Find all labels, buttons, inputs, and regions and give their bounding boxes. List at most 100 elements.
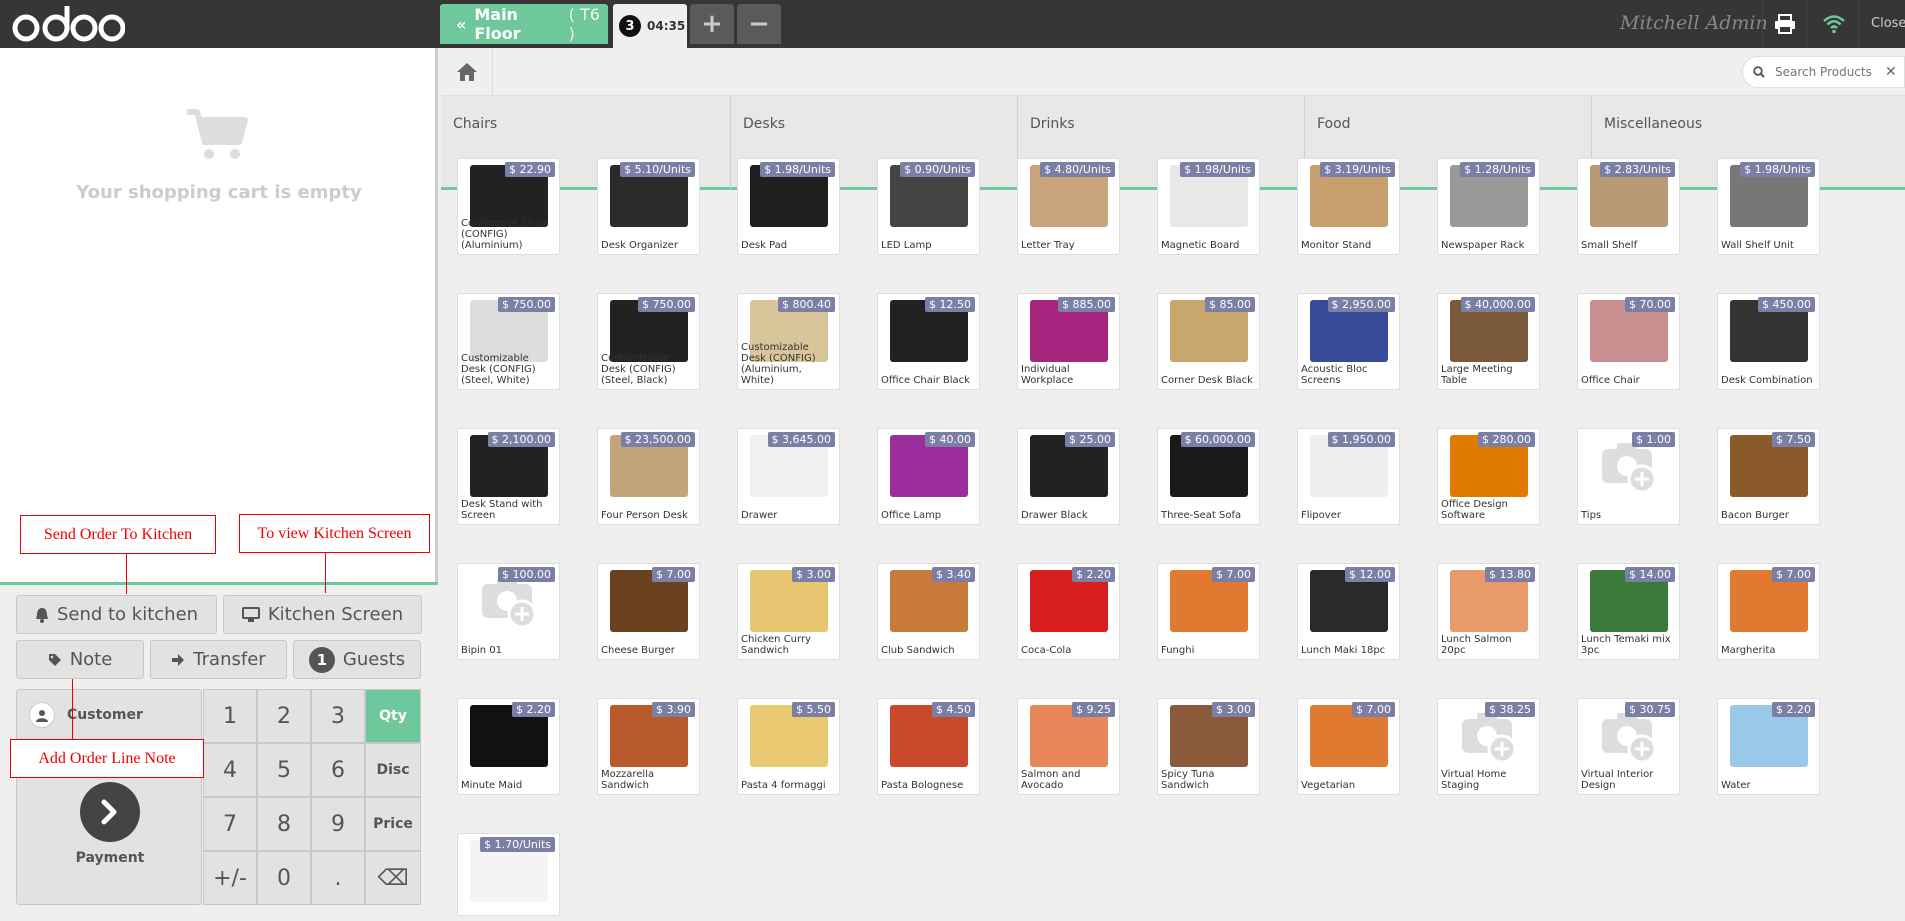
kitchen-screen-button[interactable]: Kitchen Screen [223,595,422,634]
product-card[interactable]: $ 5.50 Pasta 4 formaggi [737,698,840,795]
product-name: Cheese Burger [601,645,675,656]
numpad-key-dot[interactable]: . [311,851,365,905]
user-name[interactable]: Mitchell Admin [1620,12,1768,34]
product-card[interactable]: $ 280.00 Office Design Software [1437,428,1540,525]
product-card[interactable]: $ 30.75 Virtual Interior Design [1577,698,1680,795]
product-card[interactable]: $ 3,645.00 Drawer [737,428,840,525]
product-name: Spicy Tuna Sandwich [1161,769,1215,791]
product-card[interactable]: $ 7.00 Cheese Burger [597,563,700,660]
numpad-key-5[interactable]: 5 [257,743,311,797]
product-card[interactable]: $ 40.00 Office Lamp [877,428,980,525]
product-card[interactable]: $ 85.00 Corner Desk Black [1157,293,1260,390]
product-card[interactable]: $ 22.90 Conference Chair (CONFIG) (Alumin… [457,158,560,255]
product-card[interactable]: $ 100.00 Bipin 01 [457,563,560,660]
product-card[interactable]: $ 450.00 Desk Combination [1717,293,1820,390]
numpad-key-2[interactable]: 2 [257,689,311,743]
send-to-kitchen-button[interactable]: Send to kitchen [16,595,217,634]
product-card[interactable]: $ 2,100.00 Desk Stand with Screen [457,428,560,525]
product-card[interactable]: $ 2.20 Coca-Cola [1017,563,1120,660]
product-card[interactable]: $ 1.98/Units Wall Shelf Unit [1717,158,1820,255]
price-mode-button[interactable]: Price [365,797,421,851]
note-label: Note [69,649,113,670]
numpad-key-4[interactable]: 4 [203,743,257,797]
product-name: Desk Pad [741,240,788,251]
search-input[interactable] [1775,65,1875,79]
numpad-key-1[interactable]: 1 [203,689,257,743]
product-card[interactable]: $ 3.90 Mozzarella Sandwich [597,698,700,795]
add-order-button[interactable]: + [690,4,734,44]
product-card[interactable]: $ 38.25 Virtual Home Staging [1437,698,1540,795]
product-card[interactable]: $ 800.40 Customizable Desk (CONFIG) (Alum… [737,293,840,390]
numpad-key-9[interactable]: 9 [311,797,365,851]
product-card[interactable]: $ 3.19/Units Monitor Stand [1297,158,1400,255]
product-card[interactable]: $ 1.98/Units Desk Pad [737,158,840,255]
product-card[interactable]: $ 750.00 Customizable Desk (CONFIG) (Stee… [597,293,700,390]
product-card[interactable]: $ 13.80 Lunch Salmon 20pc [1437,563,1540,660]
customer-button[interactable]: Customer [17,690,203,740]
product-card[interactable]: $ 3.00 Spicy Tuna Sandwich [1157,698,1260,795]
remove-order-button[interactable]: − [737,4,781,44]
user-icon [29,702,55,728]
clear-search-icon[interactable]: ✕ [1885,64,1897,80]
product-card[interactable]: $ 3.40 Club Sandwich [877,563,980,660]
guests-button[interactable]: 1 Guests [293,640,421,679]
divider [1806,0,1807,48]
product-card[interactable]: $ 1.98/Units Magnetic Board [1157,158,1260,255]
printer-icon[interactable] [1770,10,1800,38]
arrow-right-icon [172,653,185,666]
product-card[interactable]: $ 2,950.00 Acoustic Bloc Screens [1297,293,1400,390]
product-card[interactable]: $ 12.50 Office Chair Black [877,293,980,390]
product-card[interactable]: $ 750.00 Customizable Desk (CONFIG) (Stee… [457,293,560,390]
backspace-icon[interactable]: ⌫ [365,851,421,905]
product-price: $ 800.40 [778,297,835,312]
product-card[interactable]: $ 2.20 Minute Maid [457,698,560,795]
close-button[interactable]: Close [1871,16,1905,31]
product-card[interactable]: $ 1.70/Units [457,833,560,916]
product-name: LED Lamp [881,240,932,251]
product-price: $ 7.00 [652,567,695,582]
product-card[interactable]: $ 7.00 Funghi [1157,563,1260,660]
product-card[interactable]: $ 70.00 Office Chair [1577,293,1680,390]
note-button[interactable]: Note [16,640,144,679]
product-card[interactable]: $ 60,000.00 Three-Seat Sofa [1157,428,1260,525]
product-card[interactable]: $ 885.00 Individual Workplace [1017,293,1120,390]
product-card[interactable]: $ 7.00 Vegetarian [1297,698,1400,795]
product-card[interactable]: $ 0.90/Units LED Lamp [877,158,980,255]
product-card[interactable]: $ 4.80/Units Letter Tray [1017,158,1120,255]
product-card[interactable]: $ 4.50 Pasta Bolognese [877,698,980,795]
product-price: $ 3.90 [652,702,695,717]
product-card[interactable]: $ 25.00 Drawer Black [1017,428,1120,525]
product-card[interactable]: $ 9.25 Salmon and Avocado [1017,698,1120,795]
home-icon [456,63,477,81]
product-card[interactable]: $ 40,000.00 Large Meeting Table [1437,293,1540,390]
numpad-key-8[interactable]: 8 [257,797,311,851]
product-card[interactable]: $ 23,500.00 Four Person Desk [597,428,700,525]
home-button[interactable] [441,48,493,96]
product-card[interactable]: $ 1.00 Tips [1577,428,1680,525]
numpad-key-3[interactable]: 3 [311,689,365,743]
product-card[interactable]: $ 7.00 Margherita [1717,563,1820,660]
numpad-key-7[interactable]: 7 [203,797,257,851]
product-name: Coca-Cola [1021,645,1072,656]
floor-button[interactable]: « Main Floor ( T6 ) [440,4,608,44]
numpad-key-6[interactable]: 6 [311,743,365,797]
product-card[interactable]: $ 5.10/Units Desk Organizer [597,158,700,255]
payment-button[interactable] [80,782,140,842]
product-card[interactable]: $ 12.00 Lunch Maki 18pc [1297,563,1400,660]
product-name: Office Chair [1581,375,1640,386]
product-card[interactable]: $ 2.83/Units Small Shelf [1577,158,1680,255]
order-tab[interactable]: 3 04:35 [613,4,687,48]
qty-mode-button[interactable]: Qty [365,689,421,743]
product-card[interactable]: $ 1.28/Units Newspaper Rack [1437,158,1540,255]
product-card[interactable]: $ 14.00 Lunch Temaki mix 3pc [1577,563,1680,660]
floor-label: Main Floor [474,5,521,43]
disc-mode-button[interactable]: Disc [365,743,421,797]
numpad-key-plusminus[interactable]: +/- [203,851,257,905]
wifi-icon[interactable] [1819,10,1849,38]
product-card[interactable]: $ 1,950.00 Flipover [1297,428,1400,525]
product-card[interactable]: $ 7.50 Bacon Burger [1717,428,1820,525]
product-card[interactable]: $ 3.00 Chicken Curry Sandwich [737,563,840,660]
numpad-key-0[interactable]: 0 [257,851,311,905]
product-card[interactable]: $ 2.20 Water [1717,698,1820,795]
transfer-button[interactable]: Transfer [150,640,287,679]
